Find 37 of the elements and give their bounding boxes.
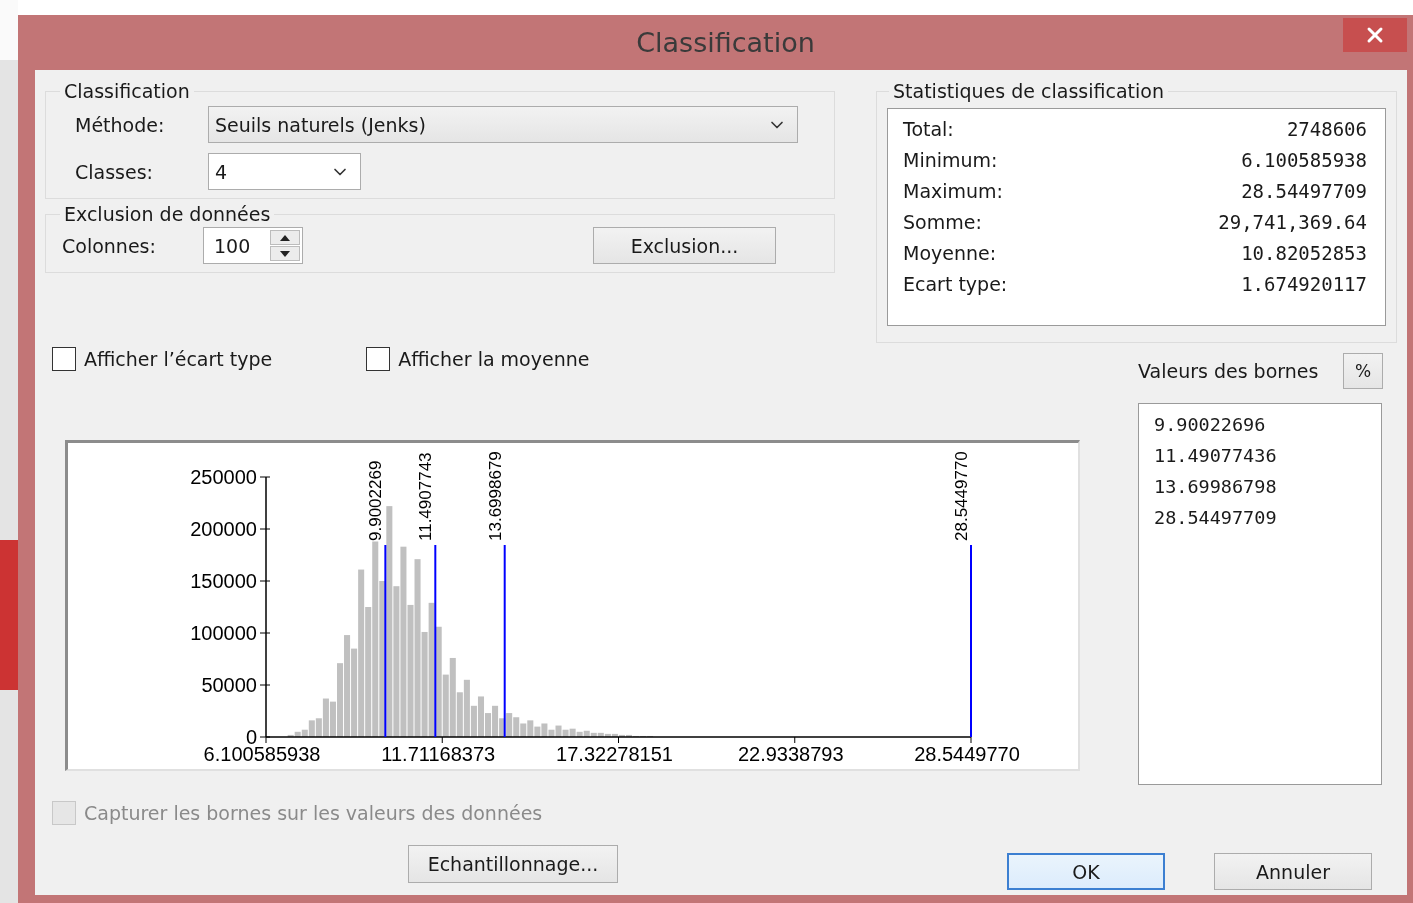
statistic-value: 10.82052853 <box>1241 241 1367 264</box>
field-label: Classes: <box>75 160 154 183</box>
axis-tick-label: 200000 <box>190 518 257 540</box>
checkbox-label: Afficher l’écart type <box>84 348 273 370</box>
statistic-label: Somme: <box>903 210 982 233</box>
checkbox-label: Afficher la moyenne <box>398 348 590 370</box>
statistic-value: 6.100585938 <box>1241 148 1367 171</box>
field-label: Colonnes: <box>62 234 157 257</box>
statistic-value: 2748606 <box>1286 117 1367 140</box>
statistic-value: 1.674920117 <box>1241 272 1367 295</box>
statistic-label: Moyenne: <box>903 241 997 264</box>
axis-tick-label: 50000 <box>201 674 257 696</box>
break-label: 28.5449770 <box>952 451 971 541</box>
columns-value: 100 <box>213 233 252 259</box>
statistic-label: Maximum: <box>903 179 1004 202</box>
bounds-title: Valeurs des bornes <box>1138 360 1319 382</box>
axis-tick-label: 250000 <box>190 466 257 488</box>
group-title: Statistiques de classification <box>892 80 1165 102</box>
group-title: Classification <box>63 80 191 102</box>
field-label: Méthode: <box>75 113 166 136</box>
axis-tick-label: 150000 <box>190 570 257 592</box>
statistic-label: Total: <box>903 117 954 140</box>
break-label: 13.6998679 <box>485 451 505 541</box>
group-title: Exclusion de données <box>63 203 272 225</box>
axis-tick-label: 28.5449770 <box>914 743 1020 765</box>
axis-tick-label: 11.71168373 <box>381 743 496 765</box>
statistic-label: Minimum: <box>903 148 998 171</box>
axis-tick-label: 22.9338793 <box>737 743 844 765</box>
statistic-value: 28.54497709 <box>1241 179 1367 202</box>
window-title: Classification <box>636 27 815 58</box>
break-label: 11.4907743 <box>416 452 436 541</box>
checkbox-label: Capturer les bornes sur les valeurs des données <box>84 802 543 824</box>
axis-tick-label: 100000 <box>190 622 257 644</box>
axis-tick-label: 17.32278151 <box>556 743 673 765</box>
statistic-label: Ecart type: <box>903 272 1008 295</box>
break-label: 9.9002269 <box>366 460 386 541</box>
statistic-value: 29,741,369.64 <box>1218 210 1367 233</box>
